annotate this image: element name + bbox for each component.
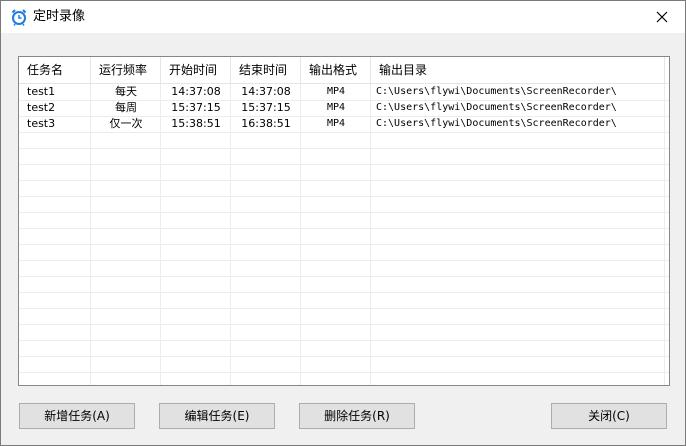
grid-line bbox=[19, 228, 669, 229]
cell-start-time: 15:38:51 bbox=[171, 117, 221, 130]
scheduled-recording-dialog: 定时录像 任务名 运行频率 开始时间 结束时间 输出格式 输出目录 test1 … bbox=[0, 0, 686, 446]
grid-line bbox=[19, 180, 669, 181]
column-header-start-time[interactable]: 开始时间 bbox=[161, 57, 231, 83]
grid-line bbox=[19, 148, 669, 149]
grid-line bbox=[19, 308, 669, 309]
table-row[interactable]: test1 每天 14:37:08 14:37:08 MP4 C:\Users\… bbox=[19, 84, 669, 100]
cell-frequency: 每周 bbox=[115, 101, 137, 114]
grid-line bbox=[19, 292, 669, 293]
window-title: 定时录像 bbox=[33, 9, 86, 24]
grid-line bbox=[19, 244, 669, 245]
alarm-clock-icon bbox=[10, 8, 28, 26]
column-header-end-time[interactable]: 结束时间 bbox=[231, 57, 301, 83]
cell-frequency: 每天 bbox=[115, 85, 137, 98]
column-header-task-name[interactable]: 任务名 bbox=[19, 57, 91, 83]
task-list-header: 任务名 运行频率 开始时间 结束时间 输出格式 输出目录 bbox=[19, 57, 669, 84]
cell-output-dir: C:\Users\flywi\Documents\ScreenRecorder\ bbox=[376, 118, 617, 129]
table-row[interactable]: test2 每周 15:37:15 15:37:15 MP4 C:\Users\… bbox=[19, 100, 669, 116]
cell-output-dir: C:\Users\flywi\Documents\ScreenRecorder\ bbox=[376, 102, 617, 113]
grid-line bbox=[19, 196, 669, 197]
cell-output-format: MP4 bbox=[326, 86, 346, 97]
grid-line bbox=[19, 372, 669, 373]
column-header-output-format[interactable]: 输出格式 bbox=[301, 57, 371, 83]
cell-start-time: 15:37:15 bbox=[171, 101, 221, 114]
grid-line bbox=[19, 324, 669, 325]
cell-end-time: 14:37:08 bbox=[241, 85, 291, 98]
cell-task-name: test1 bbox=[27, 85, 56, 98]
cell-output-format: MP4 bbox=[326, 102, 346, 113]
delete-task-button[interactable]: 删除任务(R) bbox=[299, 403, 415, 429]
task-list[interactable]: 任务名 运行频率 开始时间 结束时间 输出格式 输出目录 test1 每天 14… bbox=[18, 56, 670, 386]
grid-line bbox=[19, 132, 669, 133]
cell-output-format: MP4 bbox=[326, 118, 346, 129]
grid-line bbox=[19, 164, 669, 165]
cell-end-time: 15:37:15 bbox=[241, 101, 291, 114]
cell-end-time: 16:38:51 bbox=[241, 117, 291, 130]
close-icon bbox=[656, 11, 668, 23]
task-rows: test1 每天 14:37:08 14:37:08 MP4 C:\Users\… bbox=[19, 84, 669, 132]
add-task-button[interactable]: 新增任务(A) bbox=[19, 403, 135, 429]
cell-output-dir: C:\Users\flywi\Documents\ScreenRecorder\ bbox=[376, 86, 617, 97]
cell-frequency: 仅一次 bbox=[109, 117, 143, 130]
column-header-output-dir[interactable]: 输出目录 bbox=[371, 57, 665, 83]
grid-line bbox=[19, 276, 669, 277]
title-bar[interactable]: 定时录像 bbox=[1, 1, 685, 33]
cell-start-time: 14:37:08 bbox=[171, 85, 221, 98]
table-row[interactable]: test3 仅一次 15:38:51 16:38:51 MP4 C:\Users… bbox=[19, 116, 669, 132]
grid-line bbox=[19, 340, 669, 341]
close-window-button[interactable] bbox=[639, 1, 685, 33]
cell-task-name: test2 bbox=[27, 101, 56, 114]
close-button[interactable]: 关闭(C) bbox=[551, 403, 667, 429]
grid-line bbox=[19, 212, 669, 213]
cell-task-name: test3 bbox=[27, 117, 56, 130]
grid-line bbox=[19, 356, 669, 357]
column-header-frequency[interactable]: 运行频率 bbox=[91, 57, 161, 83]
grid-line bbox=[19, 260, 669, 261]
edit-task-button[interactable]: 编辑任务(E) bbox=[159, 403, 275, 429]
